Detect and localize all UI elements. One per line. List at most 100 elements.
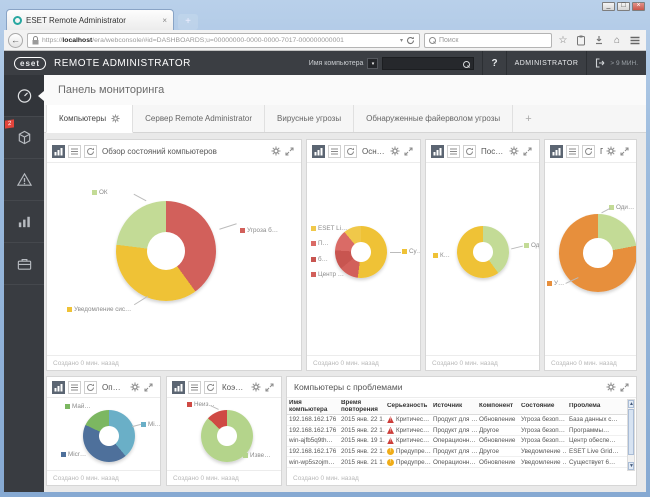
tab-close-icon[interactable]: × [162, 16, 167, 25]
scroll-up-icon[interactable]: ▲ [628, 400, 634, 408]
sidebar-item-reports[interactable] [4, 201, 44, 243]
reports-barchart-icon [18, 216, 30, 228]
panel-settings-gear-icon[interactable] [390, 146, 401, 156]
help-button[interactable]: ? [482, 51, 505, 75]
sidebar-item-admin[interactable] [4, 243, 44, 285]
warning-icon: ! [387, 458, 394, 466]
chart-type-button[interactable] [84, 380, 97, 394]
panel-expand-icon[interactable] [523, 146, 534, 156]
panel-settings-gear-icon[interactable] [251, 382, 262, 392]
table-view-button[interactable] [68, 380, 81, 394]
browser-tab[interactable]: ESET Remote Administrator × [6, 9, 174, 30]
table-row[interactable]: 192.168.162.176 2015 янв. 22 1… ! Предупре… [287, 447, 627, 458]
chart-type-button[interactable] [344, 144, 357, 158]
dash-tab-firewall-threats[interactable]: Обнаруженные файерволом угрозы [354, 105, 514, 132]
era-header: eset REMOTE ADMINISTRATOR Имя компьютера… [4, 51, 646, 75]
panel-expand-icon[interactable] [620, 382, 631, 392]
panel-footer: Создано 0 мин. назад [167, 470, 281, 485]
table-view-button[interactable] [188, 380, 201, 394]
sidebar-item-computers[interactable]: 2 [4, 117, 44, 159]
panel-title: После… [481, 146, 506, 156]
panel-expand-icon[interactable] [620, 146, 631, 156]
donut-chart[interactable] [83, 410, 135, 462]
chart-view-button[interactable] [172, 380, 185, 394]
search-type-dropdown[interactable]: ▾ [367, 57, 379, 69]
panel-settings-gear-icon[interactable] [606, 146, 617, 156]
scrollbar-thumb[interactable] [628, 409, 634, 455]
chart-view-button[interactable] [52, 380, 65, 394]
donut-chart[interactable] [457, 226, 509, 278]
user-menu-button[interactable]: ADMINISTRATOR [505, 51, 587, 75]
reload-icon[interactable] [406, 36, 415, 45]
add-dashboard-tab-button[interactable]: + [513, 105, 543, 132]
brand-title: REMOTE ADMINISTRATOR [54, 57, 191, 69]
chart-type-button[interactable] [84, 144, 97, 158]
panel-title: Компьютеры с проблемами [294, 382, 403, 392]
sidebar-item-threats[interactable] [4, 159, 44, 201]
minimize-button[interactable]: _ [602, 2, 615, 11]
table-scrollbar[interactable]: ▲ ▼ [627, 399, 635, 471]
panel-last-update: Послед… Оди… У… Создано 0 мин. назад [544, 139, 637, 371]
panel-settings-gear-icon[interactable] [606, 382, 617, 392]
chart-view-button[interactable] [550, 144, 563, 158]
table-view-button[interactable] [447, 144, 460, 158]
chart-label: К… [433, 252, 450, 259]
tab-settings-gear-icon[interactable] [111, 114, 120, 123]
table-row[interactable]: 192.168.162.176 2015 янв. 22 1… ! Критичес… [287, 426, 627, 437]
dash-tab-computers[interactable]: Компьютеры [46, 105, 134, 133]
back-button[interactable]: ← [8, 32, 23, 48]
panel-expand-icon[interactable] [285, 146, 296, 156]
chart-label: Центр … [311, 271, 344, 278]
chart-type-button[interactable] [463, 144, 476, 158]
url-text: https://localhost/era/webconsole/#id=DAS… [42, 36, 344, 44]
session-timer: > 9 МИН. [610, 59, 638, 67]
panel-footer: Создано 0 мин. назад [47, 355, 301, 370]
panel-operating-systems: Опера… Май… Mi… Micr… Создано 0 мин. наз… [46, 376, 161, 486]
menu-icon[interactable] [628, 36, 642, 45]
dash-tab-virus-threats[interactable]: Вирусные угрозы [265, 105, 355, 132]
notification-badge: 2 [5, 119, 15, 129]
table-row[interactable]: 192.168.162.176 2015 янв. 22 1… ! Критичес… [287, 415, 627, 426]
chart-view-button[interactable] [52, 144, 65, 158]
url-dropdown-icon[interactable]: ▾ [400, 37, 403, 44]
url-bar[interactable]: https://localhost/era/webconsole/#id=DAS… [27, 32, 420, 48]
lock-icon [32, 35, 39, 44]
table-row[interactable]: win-wp5szojm… 2015 янв. 21 1… ! Предупре… … [287, 457, 627, 468]
dashboard-gauge-icon [17, 89, 31, 103]
downloads-icon[interactable] [592, 35, 606, 45]
panel-expand-icon[interactable] [404, 146, 415, 156]
chart-label: П… [311, 240, 329, 247]
browser-search-box[interactable]: Поиск [424, 32, 552, 48]
panel-title: Основ… [362, 146, 387, 156]
chart-type-button[interactable] [582, 144, 595, 158]
browser-search-placeholder: Поиск [439, 36, 459, 44]
table-view-button[interactable] [328, 144, 341, 158]
clipboard-icon[interactable] [574, 35, 588, 46]
header-search-input[interactable] [382, 56, 475, 70]
chart-view-button[interactable] [431, 144, 444, 158]
close-button[interactable]: × [632, 2, 645, 11]
panel-settings-gear-icon[interactable] [271, 146, 282, 156]
new-tab-button[interactable]: + [178, 14, 198, 30]
scroll-down-icon[interactable]: ▼ [628, 462, 634, 470]
warning-icon: ! [387, 448, 394, 456]
sidebar-item-dashboard[interactable] [4, 75, 44, 117]
panel-last-scan: После… К… Од… Создано 0 мин. назад [425, 139, 540, 371]
panel-settings-gear-icon[interactable] [509, 146, 520, 156]
bookmark-star-icon[interactable]: ☆ [556, 35, 570, 46]
table-view-button[interactable] [566, 144, 579, 158]
panel-expand-icon[interactable] [265, 382, 276, 392]
chart-type-button[interactable] [204, 380, 217, 394]
chart-view-button[interactable] [312, 144, 325, 158]
donut-chart[interactable] [116, 201, 216, 301]
logout-button[interactable]: > 9 МИН. [586, 51, 646, 75]
table-view-button[interactable] [68, 144, 81, 158]
table-row[interactable]: win-ajfb5q9th… 2015 янв. 19 1… ! Критичес…… [287, 436, 627, 447]
panel-settings-gear-icon[interactable] [130, 382, 141, 392]
dash-tab-server[interactable]: Сервер Remote Administrator [133, 105, 266, 132]
maximize-button[interactable]: □ [617, 2, 630, 11]
chart-label: У… [547, 280, 564, 287]
panel-expand-icon[interactable] [144, 382, 155, 392]
search-icon [463, 60, 471, 68]
home-icon[interactable]: ⌂ [610, 35, 624, 46]
